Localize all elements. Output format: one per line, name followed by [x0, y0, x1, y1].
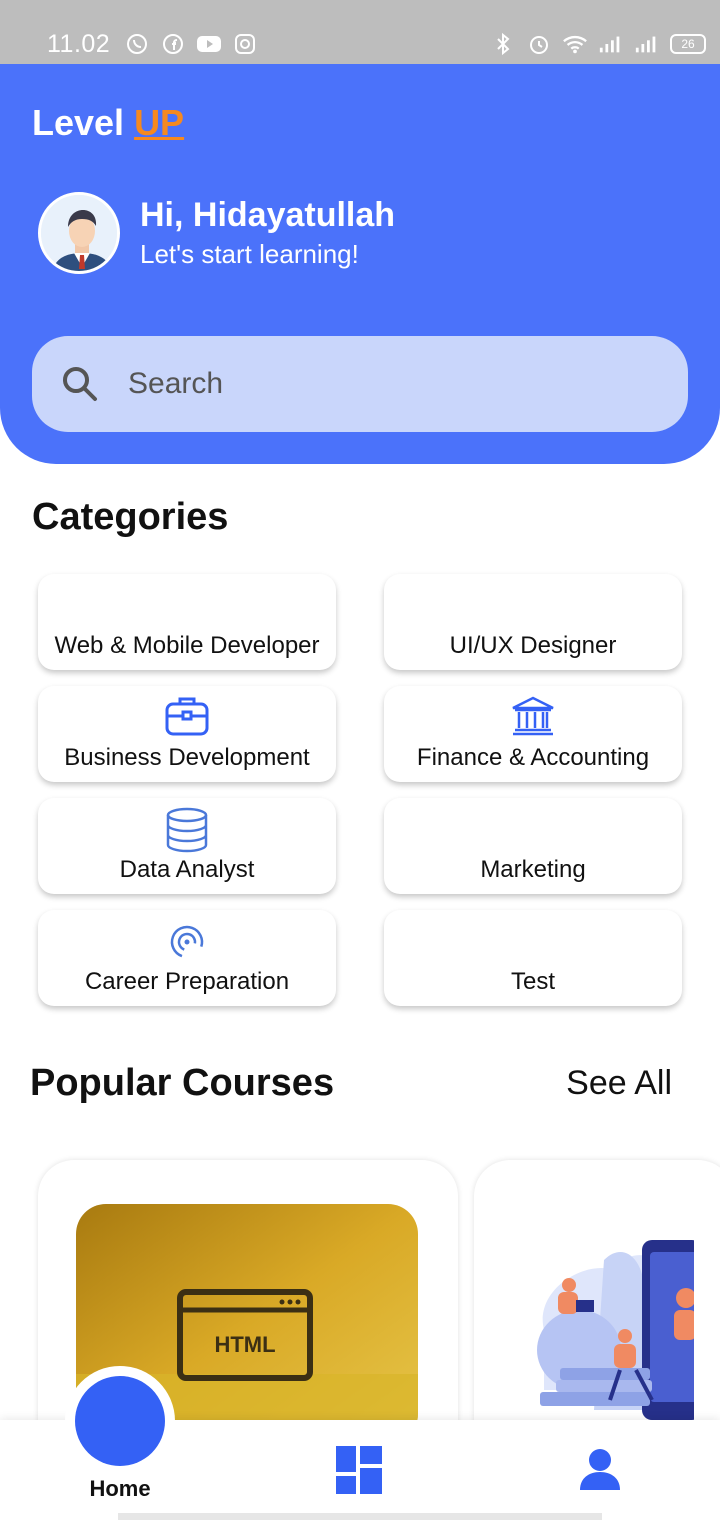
course-card[interactable] — [474, 1160, 720, 1460]
category-label: UI/UX Designer — [449, 632, 617, 659]
status-time: 11.02 — [47, 30, 111, 58]
course-thumbnail-illustration — [524, 1220, 702, 1425]
status-bar: 11.02 26 — [0, 0, 720, 64]
popular-courses-title: Popular Courses — [30, 1062, 335, 1104]
category-label: Career Preparation — [84, 968, 290, 995]
wifi-icon — [562, 31, 588, 57]
category-label: Data Analyst — [119, 856, 255, 883]
home-button[interactable] — [75, 1376, 165, 1466]
category-label: Business Development — [64, 744, 310, 771]
whatsapp-icon — [124, 31, 150, 57]
signal-icon — [634, 31, 660, 57]
bluetooth-icon — [490, 31, 516, 57]
category-card-ui-ux[interactable]: UI/UX Designer — [384, 574, 682, 670]
instagram-icon — [232, 31, 258, 57]
search-input[interactable] — [128, 360, 648, 408]
facebook-icon — [160, 31, 186, 57]
broadcast-icon — [38, 924, 336, 960]
greeting-name: Hi, Hidayatullah — [140, 196, 396, 234]
categories-title: Categories — [32, 496, 229, 538]
signal-icon — [598, 31, 624, 57]
category-label: Test — [510, 968, 555, 995]
category-card-marketing[interactable]: Marketing — [384, 798, 682, 894]
category-card-career[interactable]: Career Preparation — [38, 910, 336, 1006]
greeting-subtitle: Let's start learning! — [140, 239, 359, 269]
profile-icon[interactable] — [578, 1446, 622, 1499]
category-card-finance[interactable]: Finance & Accounting — [384, 686, 682, 782]
home-indicator — [118, 1513, 602, 1520]
nav-home-label: Home — [89, 1476, 151, 1501]
see-all-link[interactable]: See All — [566, 1064, 672, 1103]
category-card-business[interactable]: Business Development — [38, 686, 336, 782]
dashboard-icon[interactable] — [336, 1446, 384, 1499]
bank-icon — [384, 694, 682, 738]
category-card-test[interactable]: Test — [384, 910, 682, 1006]
search-icon — [60, 364, 100, 409]
header: Level UP Hi, Hidayatullah Let's start le… — [0, 64, 720, 464]
alarm-icon — [526, 31, 552, 57]
category-card-data-analyst[interactable]: Data Analyst — [38, 798, 336, 894]
avatar[interactable] — [38, 192, 120, 274]
category-label: Web & Mobile Developer — [54, 632, 320, 659]
battery-icon: 26 — [670, 34, 706, 54]
youtube-icon — [196, 31, 222, 57]
category-label: Marketing — [480, 856, 586, 883]
category-label: Finance & Accounting — [416, 744, 650, 771]
category-card-web-mobile[interactable]: Web & Mobile Developer — [38, 574, 336, 670]
search-bar[interactable] — [32, 336, 688, 432]
briefcase-icon — [38, 694, 336, 738]
database-icon — [38, 806, 336, 854]
app-logo: Level UP — [32, 102, 185, 143]
course-badge: HTML — [214, 1332, 275, 1357]
